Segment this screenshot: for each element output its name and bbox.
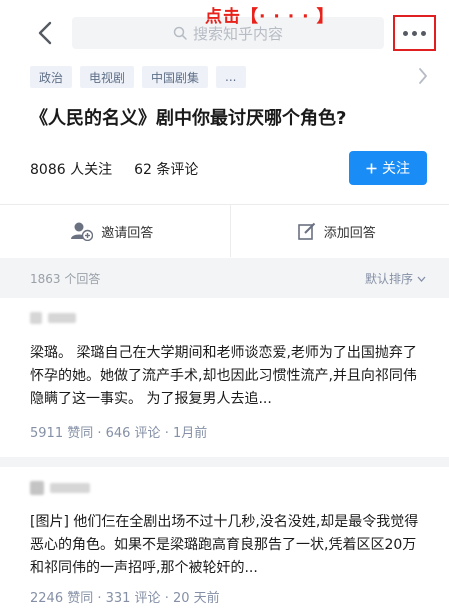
author-info[interactable] [30, 312, 76, 324]
invite-answer-button[interactable]: 邀请回答 [0, 205, 225, 257]
answer-item[interactable]: 梁璐。 梁璐自己在大学期间和老师谈恋爱,老师为了出国抛弃了怀孕的她。她做了流产手… [0, 298, 449, 458]
topic-tag-more[interactable]: ... [216, 66, 246, 88]
topic-tag[interactable]: 政治 [30, 66, 73, 88]
invite-user-icon [71, 222, 94, 241]
more-dots-icon [403, 30, 408, 36]
answer-excerpt: [图片] 他们仨在全剧出场不过十几秒,没名没姓,却是最令我觉得恶心的角色。如果不… [30, 514, 419, 576]
invite-answer-label: 邀请回答 [101, 225, 154, 241]
answer-excerpt: 梁璐。 梁璐自己在大学期间和老师谈恋爱,老师为了出国抛弃了怀孕的她。她做了流产手… [30, 345, 417, 407]
author-name [48, 313, 76, 323]
sort-label: 默认排序 [365, 272, 414, 286]
question-title: 《人民的名义》剧中你最讨厌哪个角色? [30, 108, 347, 129]
comments-count[interactable]: 62 条评论 [134, 159, 198, 179]
plus-icon [366, 163, 377, 173]
answer-item[interactable]: [图片] 他们仨在全剧出场不过十几秒,没名没姓,却是最令我觉得恶心的角色。如果不… [0, 467, 449, 615]
action-row: 邀请回答 添加回答 [0, 205, 449, 257]
annotation-hint: 点击【· · · · 】 [205, 7, 335, 27]
top-bar: 搜索知乎内容 点击【· · · · 】 [0, 0, 449, 56]
more-dots-icon [412, 30, 417, 36]
author-name [50, 483, 90, 493]
chevron-down-icon [417, 276, 426, 282]
answer-meta: 2246 赞同 · 331 评论 · 20 天前 [30, 591, 220, 606]
back-chevron-icon [38, 21, 52, 45]
more-button[interactable] [393, 15, 436, 51]
topic-tag[interactable]: 电视剧 [80, 66, 135, 88]
section-gap [0, 457, 449, 467]
topic-tag[interactable]: 中国剧集 [142, 66, 209, 88]
answer-meta: 5911 赞同 · 646 评论 · 1月前 [30, 426, 208, 441]
follow-label: 关注 [382, 161, 410, 177]
more-dots-icon [421, 30, 426, 36]
followers-count: 8086 人关注 [30, 162, 113, 178]
add-answer-button[interactable]: 添加回答 [225, 205, 449, 257]
chevron-right-icon[interactable] [418, 67, 428, 85]
edit-icon [297, 222, 315, 240]
add-answer-label: 添加回答 [323, 225, 376, 241]
search-icon [173, 26, 187, 40]
answers-header: 1863 个回答 默认排序 [0, 258, 449, 298]
question-stats: 8086 人关注 62 条评论 [30, 159, 198, 179]
sort-dropdown[interactable]: 默认排序 [365, 270, 426, 287]
author-info[interactable] [30, 481, 90, 495]
avatar [30, 312, 42, 324]
topic-tags: 政治 电视剧 中国剧集 ... [30, 66, 246, 88]
avatar [30, 481, 44, 495]
follow-button[interactable]: 关注 [349, 151, 427, 185]
back-button[interactable] [30, 18, 60, 48]
answers-count: 1863 个回答 [30, 272, 101, 286]
action-separator [230, 205, 231, 257]
